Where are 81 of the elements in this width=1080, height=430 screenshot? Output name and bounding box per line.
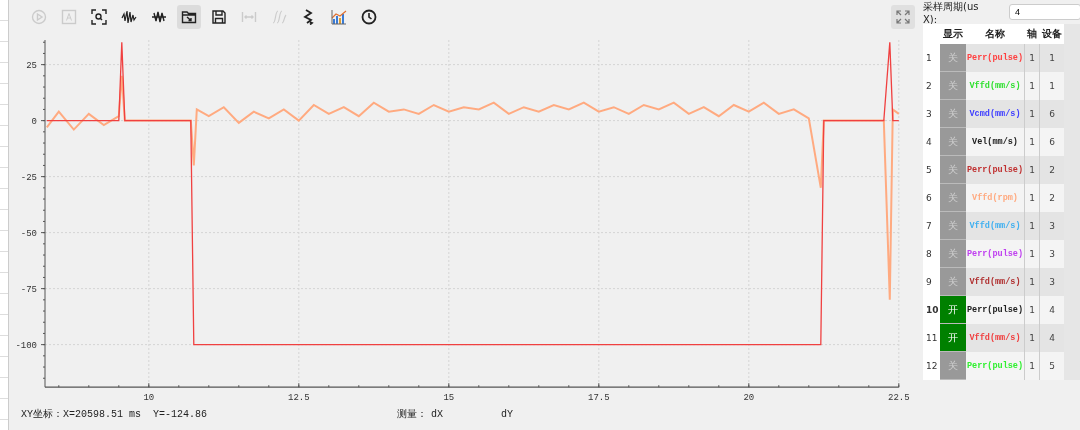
device-cell: 6 bbox=[1040, 128, 1064, 156]
x-tick-label: 20 bbox=[743, 393, 755, 404]
axis-cell: 1 bbox=[1024, 296, 1040, 324]
device-cell: 2 bbox=[1040, 184, 1064, 212]
y-tick-label: -100 bbox=[15, 340, 37, 351]
column-header: 轴 bbox=[1024, 24, 1040, 44]
channel-name: Vffd(rpm) bbox=[972, 193, 1018, 203]
row-number[interactable]: 4 bbox=[923, 128, 940, 156]
device-cell: 4 bbox=[1040, 296, 1064, 324]
x-tick-label: 15 bbox=[443, 393, 455, 404]
save-icon bbox=[211, 9, 227, 25]
measure-icon bbox=[241, 9, 257, 25]
dy-readout: dY bbox=[501, 408, 514, 420]
axis-cell: 1 bbox=[1024, 100, 1040, 128]
row-number[interactable]: 9 bbox=[923, 268, 940, 296]
axis-cell: 1 bbox=[1024, 240, 1040, 268]
channel-name: Perr(pulse) bbox=[966, 249, 1024, 259]
row-number[interactable]: 10 bbox=[923, 296, 940, 324]
x-tick-label: 22.5 bbox=[888, 393, 910, 404]
y-tick-label: 25 bbox=[26, 60, 37, 71]
x-tick-label: 10 bbox=[143, 393, 155, 404]
channel-name: Vffd(mm/s) bbox=[969, 277, 1021, 287]
measure-label: 测量： bbox=[397, 408, 428, 421]
row-number[interactable]: 1 bbox=[923, 44, 940, 72]
device-cell: 1 bbox=[1040, 72, 1064, 100]
row-number[interactable]: 7 bbox=[923, 212, 940, 240]
channel-name: Vcmd(mm/s) bbox=[969, 109, 1021, 119]
y-tick-label: -25 bbox=[20, 172, 37, 183]
cursor-x-readout: XY坐标：X=20598.51 ms bbox=[21, 408, 141, 421]
axis-cell: 1 bbox=[1024, 212, 1040, 240]
channel-name: Vel(mm/s) bbox=[972, 137, 1018, 147]
fullscreen-button[interactable] bbox=[891, 5, 915, 29]
crossed-wave-icon bbox=[151, 9, 167, 25]
channel-name: Perr(pulse) bbox=[966, 53, 1024, 63]
device-cell: 3 bbox=[1040, 240, 1064, 268]
axis-cell: 1 bbox=[1024, 352, 1040, 380]
x-tick-label: 12.5 bbox=[288, 393, 310, 404]
row-number[interactable]: 6 bbox=[923, 184, 940, 212]
channel-name: Vffd(mm/s) bbox=[969, 221, 1021, 231]
x-tick-label: 17.5 bbox=[588, 393, 610, 404]
axis-cell: 1 bbox=[1024, 44, 1040, 72]
channel-name: Vffd(mm/s) bbox=[969, 333, 1021, 343]
row-number[interactable]: 2 bbox=[923, 72, 940, 100]
expand-icon bbox=[896, 10, 910, 24]
axis-cell: 1 bbox=[1024, 128, 1040, 156]
axis-cell: 1 bbox=[1024, 156, 1040, 184]
column-header: 设备 bbox=[1040, 24, 1064, 44]
axis-cell: 1 bbox=[1024, 268, 1040, 296]
display-toggle[interactable]: 开 bbox=[940, 324, 966, 352]
display-toggle[interactable]: 开 bbox=[940, 296, 966, 324]
toolbar-button[interactable] bbox=[177, 5, 201, 29]
axis-cell: 1 bbox=[1024, 72, 1040, 100]
axis-cell: 1 bbox=[1024, 184, 1040, 212]
column-header: 显示 bbox=[940, 24, 966, 44]
y-tick-label: 0 bbox=[31, 116, 37, 127]
row-number[interactable]: 12 bbox=[923, 352, 940, 380]
channel-name: Perr(pulse) bbox=[966, 361, 1024, 371]
axis-cell: 1 bbox=[1024, 324, 1040, 352]
letter-box-icon bbox=[61, 9, 77, 25]
zoom-frame-icon bbox=[91, 9, 107, 25]
row-number[interactable]: 8 bbox=[923, 240, 940, 268]
row-number[interactable]: 3 bbox=[923, 100, 940, 128]
row-number[interactable]: 11 bbox=[923, 324, 940, 352]
cursor-y-readout: Y=-124.86 bbox=[153, 408, 208, 420]
channel-name: Perr(pulse) bbox=[966, 305, 1024, 315]
sample-period-field[interactable]: 4 bbox=[1009, 4, 1080, 20]
waveform-icon bbox=[121, 9, 137, 25]
clock-icon bbox=[361, 9, 377, 25]
column-header: 名称 bbox=[966, 24, 1024, 44]
row-number[interactable]: 5 bbox=[923, 156, 940, 184]
channel-name: Perr(pulse) bbox=[966, 165, 1024, 175]
play-icon bbox=[31, 9, 47, 25]
y-tick-label: -75 bbox=[20, 284, 37, 295]
y-tick-label: -50 bbox=[20, 228, 37, 239]
device-cell: 5 bbox=[1040, 352, 1064, 380]
channel-name: Vffd(mm/s) bbox=[969, 81, 1021, 91]
dx-readout: dX bbox=[431, 408, 444, 420]
bar-chart-icon bbox=[331, 9, 347, 25]
sample-period-label: 采样周期(us X): bbox=[923, 0, 980, 25]
curves-icon bbox=[271, 9, 287, 25]
folder-icon bbox=[181, 9, 197, 25]
